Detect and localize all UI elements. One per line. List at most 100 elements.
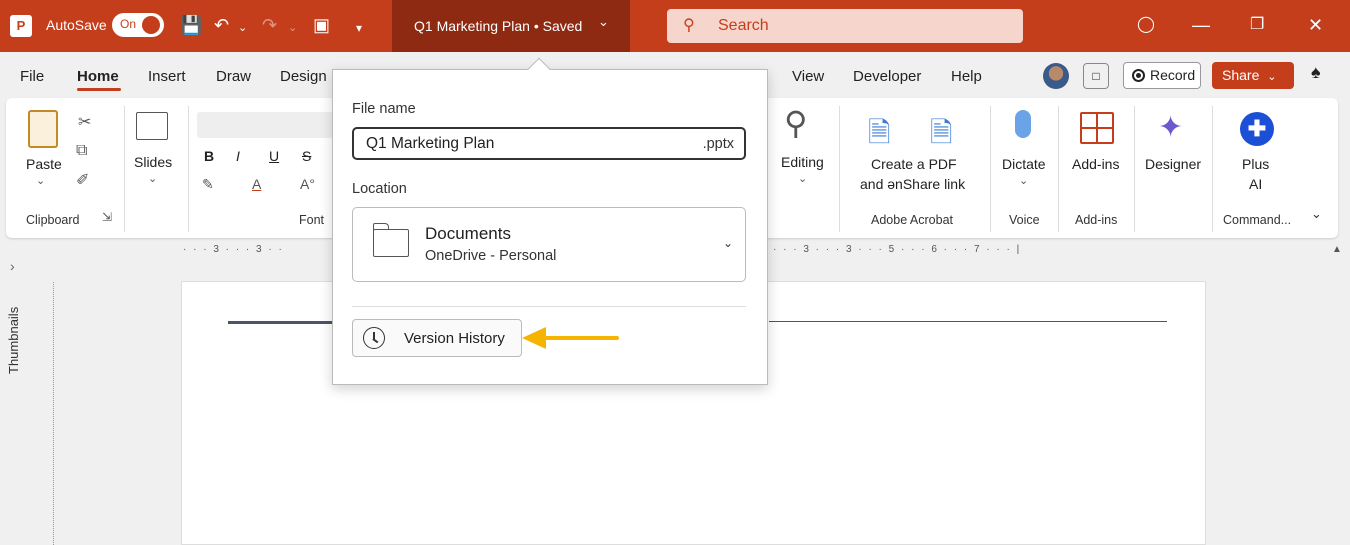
- font-name-box[interactable]: [197, 112, 333, 138]
- italic-button[interactable]: I: [236, 148, 240, 164]
- copy-icon[interactable]: ⧉: [76, 142, 87, 160]
- find-icon: ⚲: [784, 105, 808, 141]
- divider: [1212, 106, 1213, 232]
- share-link-icon: 🗎: [930, 117, 953, 148]
- location-label: Location: [352, 181, 407, 197]
- chevron-down-icon[interactable]: ⌄: [1019, 174, 1028, 187]
- commands-group-label: Command...: [1223, 213, 1292, 227]
- underline-button[interactable]: U: [269, 148, 279, 164]
- tab-draw[interactable]: Draw: [216, 68, 251, 85]
- chevron-down-icon: ⌄: [722, 236, 733, 250]
- format-painter-icon[interactable]: ✐: [76, 170, 89, 190]
- file-name-value: Q1 Marketing Plan: [366, 135, 495, 152]
- designer-button[interactable]: Designer: [1145, 156, 1201, 172]
- redo-dropdown-icon[interactable]: ⌄: [288, 16, 297, 40]
- tab-view[interactable]: View: [792, 68, 824, 85]
- version-history-button[interactable]: Version History: [352, 319, 522, 357]
- minimize-icon[interactable]: —: [1192, 12, 1210, 38]
- plus-ai-button-line2: AI: [1249, 176, 1263, 192]
- scroll-up-icon[interactable]: ▲: [1332, 244, 1342, 255]
- title-bar: P AutoSave On 💾 ↶ ⌄ ↷ ⌄ ▣ ▾ Q1 Marketing…: [0, 0, 1350, 52]
- redo-icon[interactable]: ↷: [262, 13, 277, 37]
- customize-qat-icon[interactable]: ▾: [356, 16, 362, 40]
- microphone-icon: [1015, 110, 1031, 138]
- avatar[interactable]: [1043, 63, 1069, 89]
- addins-icon: [1080, 112, 1114, 144]
- slide-title-line: [228, 321, 332, 324]
- highlight-icon[interactable]: ✎: [202, 176, 214, 193]
- tab-help[interactable]: Help: [951, 68, 982, 85]
- history-icon: [363, 327, 385, 349]
- record-label: Record: [1150, 67, 1196, 83]
- strikethrough-button[interactable]: S: [302, 148, 311, 164]
- version-history-label: Version History: [404, 330, 505, 347]
- chevron-down-icon: ⌄: [598, 14, 609, 29]
- addins-group-label: Add-ins: [1075, 213, 1118, 227]
- tab-file[interactable]: File: [20, 68, 44, 85]
- plus-ai-icon: ✚: [1240, 112, 1274, 146]
- ribbon-collapse-icon[interactable]: ⌄: [1311, 206, 1322, 222]
- create-pdf-button[interactable]: Create a PDF: [871, 156, 957, 172]
- search-placeholder: Search: [718, 17, 769, 34]
- annotation-arrow-line: [543, 336, 619, 340]
- tab-insert[interactable]: Insert: [148, 68, 186, 85]
- tab-developer[interactable]: Developer: [853, 68, 921, 85]
- comment-icon[interactable]: □: [1083, 63, 1109, 89]
- chevron-right-icon[interactable]: ›: [10, 258, 15, 274]
- toggle-knob: [142, 16, 160, 34]
- editing-button[interactable]: Editing: [781, 154, 824, 170]
- plus-ai-button[interactable]: Plus: [1242, 156, 1269, 172]
- close-icon[interactable]: ✕: [1308, 12, 1323, 38]
- divider: [352, 306, 746, 307]
- addins-button[interactable]: Add-ins: [1072, 156, 1119, 172]
- file-name-label: File name: [352, 101, 416, 117]
- dialog-launcher-icon[interactable]: ⇲: [102, 210, 112, 224]
- slides-button[interactable]: Slides: [134, 154, 172, 170]
- ruler-marks-right: · · · 3 · · · 3 · · · 5 · · · 6 · · · 7 …: [773, 244, 1022, 255]
- save-icon[interactable]: 💾: [180, 13, 202, 37]
- record-icon: [1132, 69, 1145, 82]
- record-button[interactable]: Record: [1123, 62, 1201, 89]
- chevron-down-icon[interactable]: ⌄: [148, 172, 157, 185]
- clipboard-group-label: Clipboard: [26, 213, 80, 227]
- person-icon[interactable]: ♠: [1311, 62, 1321, 83]
- share-button[interactable]: Share ⌄: [1212, 62, 1294, 89]
- chevron-down-icon[interactable]: ⌄: [36, 174, 45, 187]
- active-tab-indicator: [77, 88, 121, 91]
- bold-button[interactable]: B: [204, 148, 214, 164]
- powerpoint-icon: P: [10, 15, 32, 37]
- change-case-icon[interactable]: A°: [300, 176, 315, 192]
- thumbnails-label[interactable]: Thumbnails: [6, 307, 21, 374]
- share-label: Share: [1222, 67, 1260, 83]
- tab-home[interactable]: Home: [77, 68, 119, 85]
- paste-button[interactable]: Paste: [26, 156, 62, 172]
- divider: [839, 106, 840, 232]
- divider: [124, 106, 125, 232]
- divider: [188, 106, 189, 232]
- autosave-toggle[interactable]: On: [112, 13, 164, 37]
- font-color-icon[interactable]: A: [252, 176, 261, 192]
- document-title-button[interactable]: Q1 Marketing Plan • Saved: [392, 0, 630, 52]
- divider: [1058, 106, 1059, 232]
- tab-design[interactable]: Design: [280, 68, 327, 85]
- copilot-icon[interactable]: ◯: [1137, 12, 1155, 38]
- undo-dropdown-icon[interactable]: ⌄: [238, 16, 247, 40]
- undo-icon[interactable]: ↶: [214, 13, 229, 37]
- divider: [990, 106, 991, 232]
- divider: [1134, 106, 1135, 232]
- location-sub: OneDrive - Personal: [425, 248, 557, 264]
- dictate-button[interactable]: Dictate: [1002, 156, 1046, 172]
- autosave-state: On: [120, 17, 137, 31]
- present-icon[interactable]: ▣: [313, 13, 330, 37]
- search-icon: ⚲: [683, 17, 695, 34]
- paste-icon: [28, 110, 58, 148]
- cut-icon[interactable]: ✂: [78, 112, 91, 132]
- restore-icon[interactable]: ❐: [1250, 12, 1264, 38]
- chevron-down-icon[interactable]: ⌄: [798, 172, 807, 185]
- file-name-input[interactable]: Q1 Marketing Plan .pptx: [352, 127, 746, 160]
- chevron-down-icon: ⌄: [1267, 71, 1277, 83]
- search-box[interactable]: ⚲ Search: [667, 9, 1023, 43]
- location-dropdown[interactable]: Documents OneDrive - Personal ⌄: [352, 207, 746, 282]
- designer-icon: ✦: [1158, 111, 1184, 144]
- share-link-button[interactable]: and ənShare link: [860, 176, 965, 192]
